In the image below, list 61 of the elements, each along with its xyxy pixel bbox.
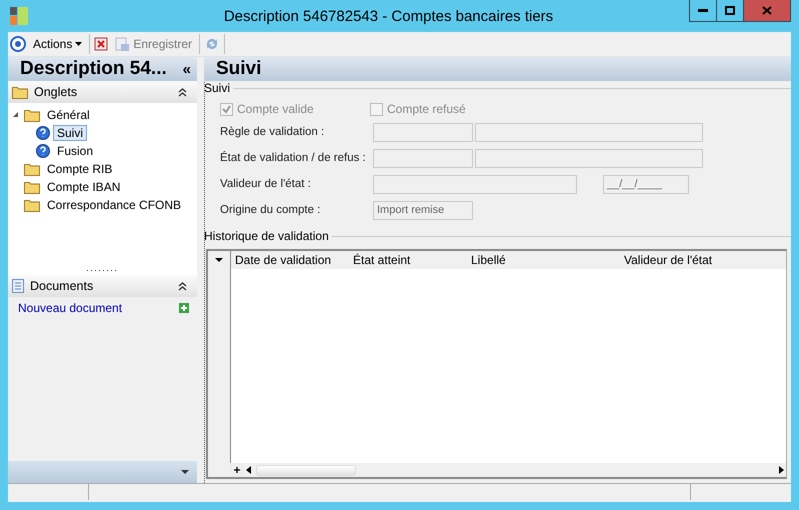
collapse-icon[interactable] (178, 282, 187, 290)
tree-item[interactable]: Compte IBAN (43, 179, 124, 195)
close-button[interactable] (744, 0, 790, 21)
section-title: Onglets (34, 85, 78, 99)
folder-icon (24, 198, 40, 212)
section-header[interactable]: Onglets (8, 81, 197, 103)
help-icon (36, 126, 50, 140)
field-label: Origine du compte : (220, 204, 322, 216)
expand-arrow-icon[interactable] (12, 110, 21, 120)
actions-menu[interactable]: Actions (30, 35, 86, 53)
maximize-icon (725, 6, 735, 15)
field-label: État de validation / de refus : (220, 152, 367, 164)
folder-icon (24, 180, 40, 194)
input-field[interactable] (475, 122, 703, 142)
tree-item[interactable]: Suivi (53, 125, 88, 141)
help-icon (36, 144, 50, 158)
horizontal-scrollbar[interactable] (244, 464, 786, 476)
section-title: Documents (30, 279, 94, 293)
close-icon (762, 6, 772, 15)
folder-icon (12, 86, 28, 98)
add-icon[interactable] (179, 303, 189, 313)
field-label: Valideur de l'état : (220, 178, 312, 190)
input-field[interactable] (373, 174, 577, 194)
tree-item[interactable]: Compte RIB (43, 161, 116, 177)
column-header[interactable]: Valideur de l'état (620, 253, 744, 267)
field-label: Règle de validation : (220, 126, 326, 138)
input-field[interactable] (373, 148, 473, 168)
group-title: Suivi (204, 81, 232, 95)
folder-icon (24, 108, 40, 122)
tree-item[interactable]: Correspondance CFONB (43, 197, 186, 213)
collapse-panel-button[interactable]: « (182, 60, 191, 78)
save-icon (115, 36, 130, 52)
collapse-icon[interactable] (178, 88, 187, 96)
minimize-icon (698, 9, 708, 12)
scroll-left-icon[interactable] (244, 465, 254, 475)
document-icon (12, 279, 24, 293)
folder-icon (24, 162, 40, 176)
dropdown-arrow-icon[interactable] (181, 470, 189, 474)
app-icon (10, 7, 28, 25)
section-header[interactable]: Documents (8, 275, 197, 297)
delete-icon[interactable] (94, 37, 108, 51)
window-title: Description 546782543 - Comptes bancaires tiers (222, 8, 554, 24)
checkbox-label: Compte refusé (387, 102, 466, 116)
caret-icon (75, 42, 82, 46)
column-header[interactable]: État atteint (349, 253, 467, 267)
tree-item[interactable]: Général (43, 107, 94, 123)
input-field[interactable]: Import remise (373, 200, 473, 220)
dropdown-arrow-icon[interactable] (215, 258, 223, 262)
scroll-right-icon[interactable] (776, 465, 786, 475)
content-title: Suivi (216, 58, 262, 80)
new-document-link[interactable]: Nouveau document (18, 301, 122, 315)
column-header[interactable]: Date de validation (231, 253, 349, 267)
input-field[interactable] (475, 148, 703, 168)
input-field[interactable] (373, 122, 473, 142)
group-title: Historique de validation (204, 229, 330, 243)
target-icon[interactable] (10, 36, 26, 52)
date-field[interactable]: __/__/____ (603, 174, 689, 194)
tree-item[interactable]: Fusion (53, 143, 98, 159)
panel-title: Description 54... (20, 58, 167, 80)
checkbox-label: Compte valide (237, 102, 314, 116)
column-header[interactable]: Libellé (467, 253, 620, 267)
